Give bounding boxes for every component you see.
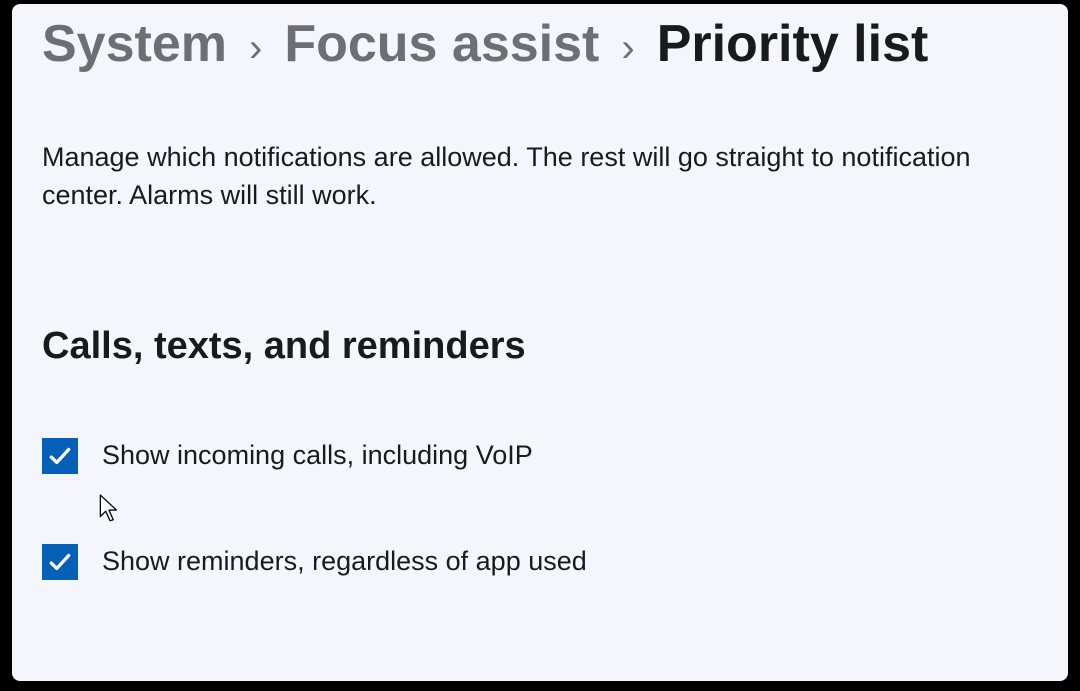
cursor-icon [98, 494, 122, 524]
checkbox-show-reminders[interactable]: Show reminders, regardless of app used [42, 544, 1038, 580]
breadcrumb-current: Priority list [657, 14, 929, 74]
checkbox-label: Show incoming calls, including VoIP [102, 440, 533, 471]
breadcrumb-system[interactable]: System [42, 14, 227, 74]
checkbox-checked-icon [42, 438, 78, 474]
checkbox-checked-icon [42, 544, 78, 580]
chevron-right-icon: › [249, 28, 262, 68]
checkbox-show-incoming-calls[interactable]: Show incoming calls, including VoIP [42, 438, 1038, 474]
page-description: Manage which notifications are allowed. … [42, 138, 982, 215]
settings-panel: System › Focus assist › Priority list Ma… [12, 4, 1068, 681]
breadcrumb: System › Focus assist › Priority list [42, 14, 1038, 74]
section-heading-calls-texts-reminders: Calls, texts, and reminders [42, 325, 1038, 368]
breadcrumb-focus-assist[interactable]: Focus assist [284, 14, 599, 74]
chevron-right-icon: › [621, 28, 634, 68]
checkbox-label: Show reminders, regardless of app used [102, 546, 587, 577]
